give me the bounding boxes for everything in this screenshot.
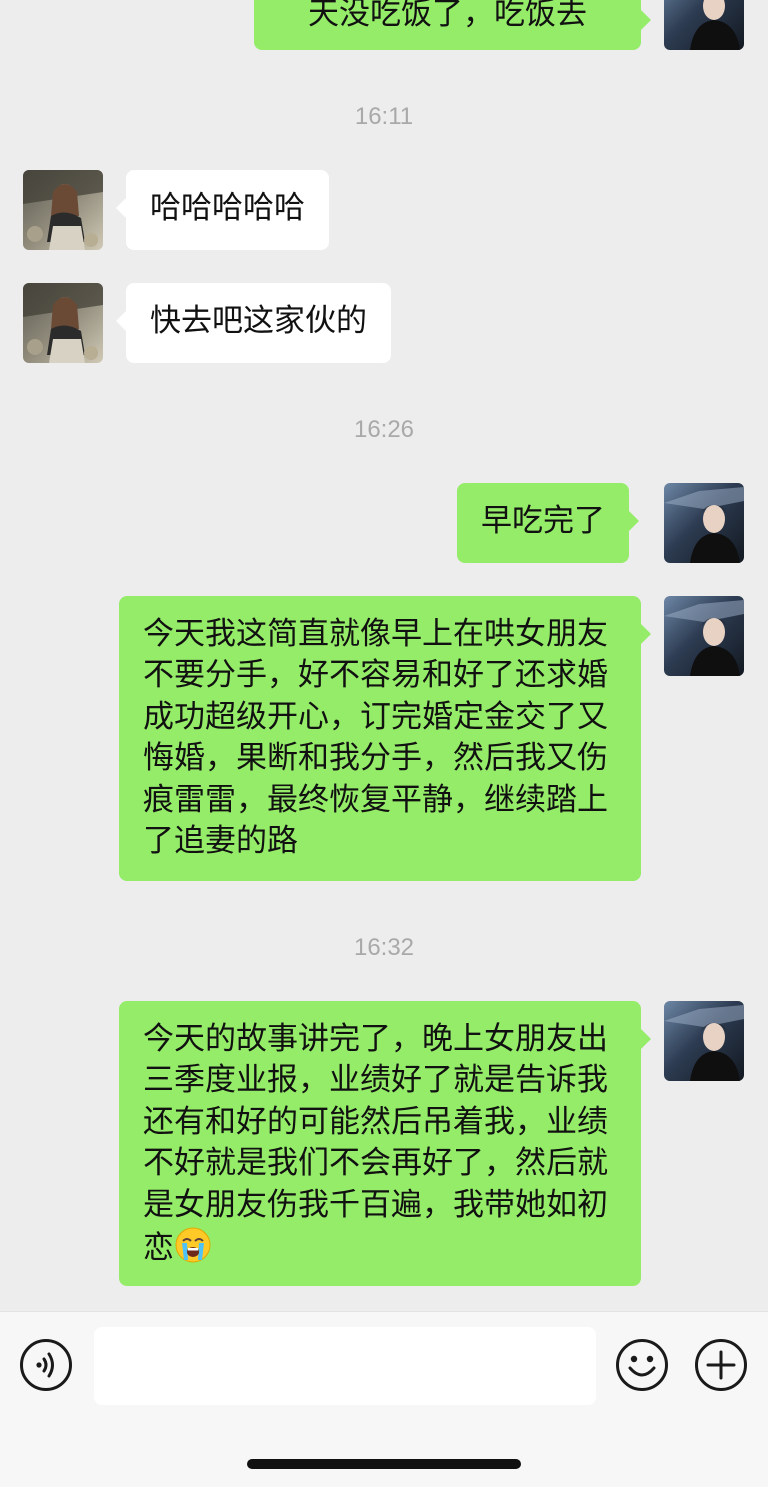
message-text: 早吃完了: [481, 503, 605, 539]
contact-avatar[interactable]: [23, 170, 103, 250]
message-text: 天没吃饭了，吃饭去: [308, 0, 587, 32]
crying-face-emoji-icon: [174, 1226, 212, 1264]
my-avatar[interactable]: [664, 483, 744, 563]
message-bubble[interactable]: 哈哈哈哈哈: [116, 170, 329, 250]
message-text: 哈哈哈哈哈: [150, 190, 305, 226]
home-indicator[interactable]: [247, 1459, 521, 1469]
message-bubble[interactable]: 今天的故事讲完了，晚上女朋友出三季度业报，业绩好了就是告诉我还有和好的可能然后吊…: [119, 1001, 651, 1286]
message-text: 今天我这简直就像早上在哄女朋友不要分手，好不容易和好了还求婚成功超级开心，订完婚…: [143, 616, 608, 860]
message-bubble[interactable]: 早吃完了: [457, 483, 639, 563]
message-bubble-partial[interactable]: 天没吃饭了，吃饭去: [254, 0, 651, 50]
my-avatar[interactable]: [664, 596, 744, 676]
my-avatar[interactable]: [664, 1001, 744, 1081]
plus-icon[interactable]: [694, 1338, 748, 1392]
message-bubble[interactable]: 今天我这简直就像早上在哄女朋友不要分手，好不容易和好了还求婚成功超级开心，订完婚…: [119, 596, 651, 881]
message-text: 快去吧这家伙的: [150, 303, 367, 339]
contact-avatar[interactable]: [23, 283, 103, 363]
my-avatar[interactable]: [664, 0, 744, 50]
timestamp: 16:32: [353, 934, 415, 961]
message-input[interactable]: [94, 1327, 596, 1405]
message-bubble[interactable]: 快去吧这家伙的: [116, 283, 391, 363]
smiley-icon[interactable]: [615, 1338, 669, 1392]
timestamp: 16:26: [353, 416, 415, 443]
voice-icon[interactable]: [19, 1338, 73, 1392]
message-text: 今天的故事讲完了，晚上女朋友出三季度业报，业绩好了就是告诉我还有和好的可能然后吊…: [143, 1021, 608, 1267]
timestamp: 16:11: [354, 103, 414, 130]
